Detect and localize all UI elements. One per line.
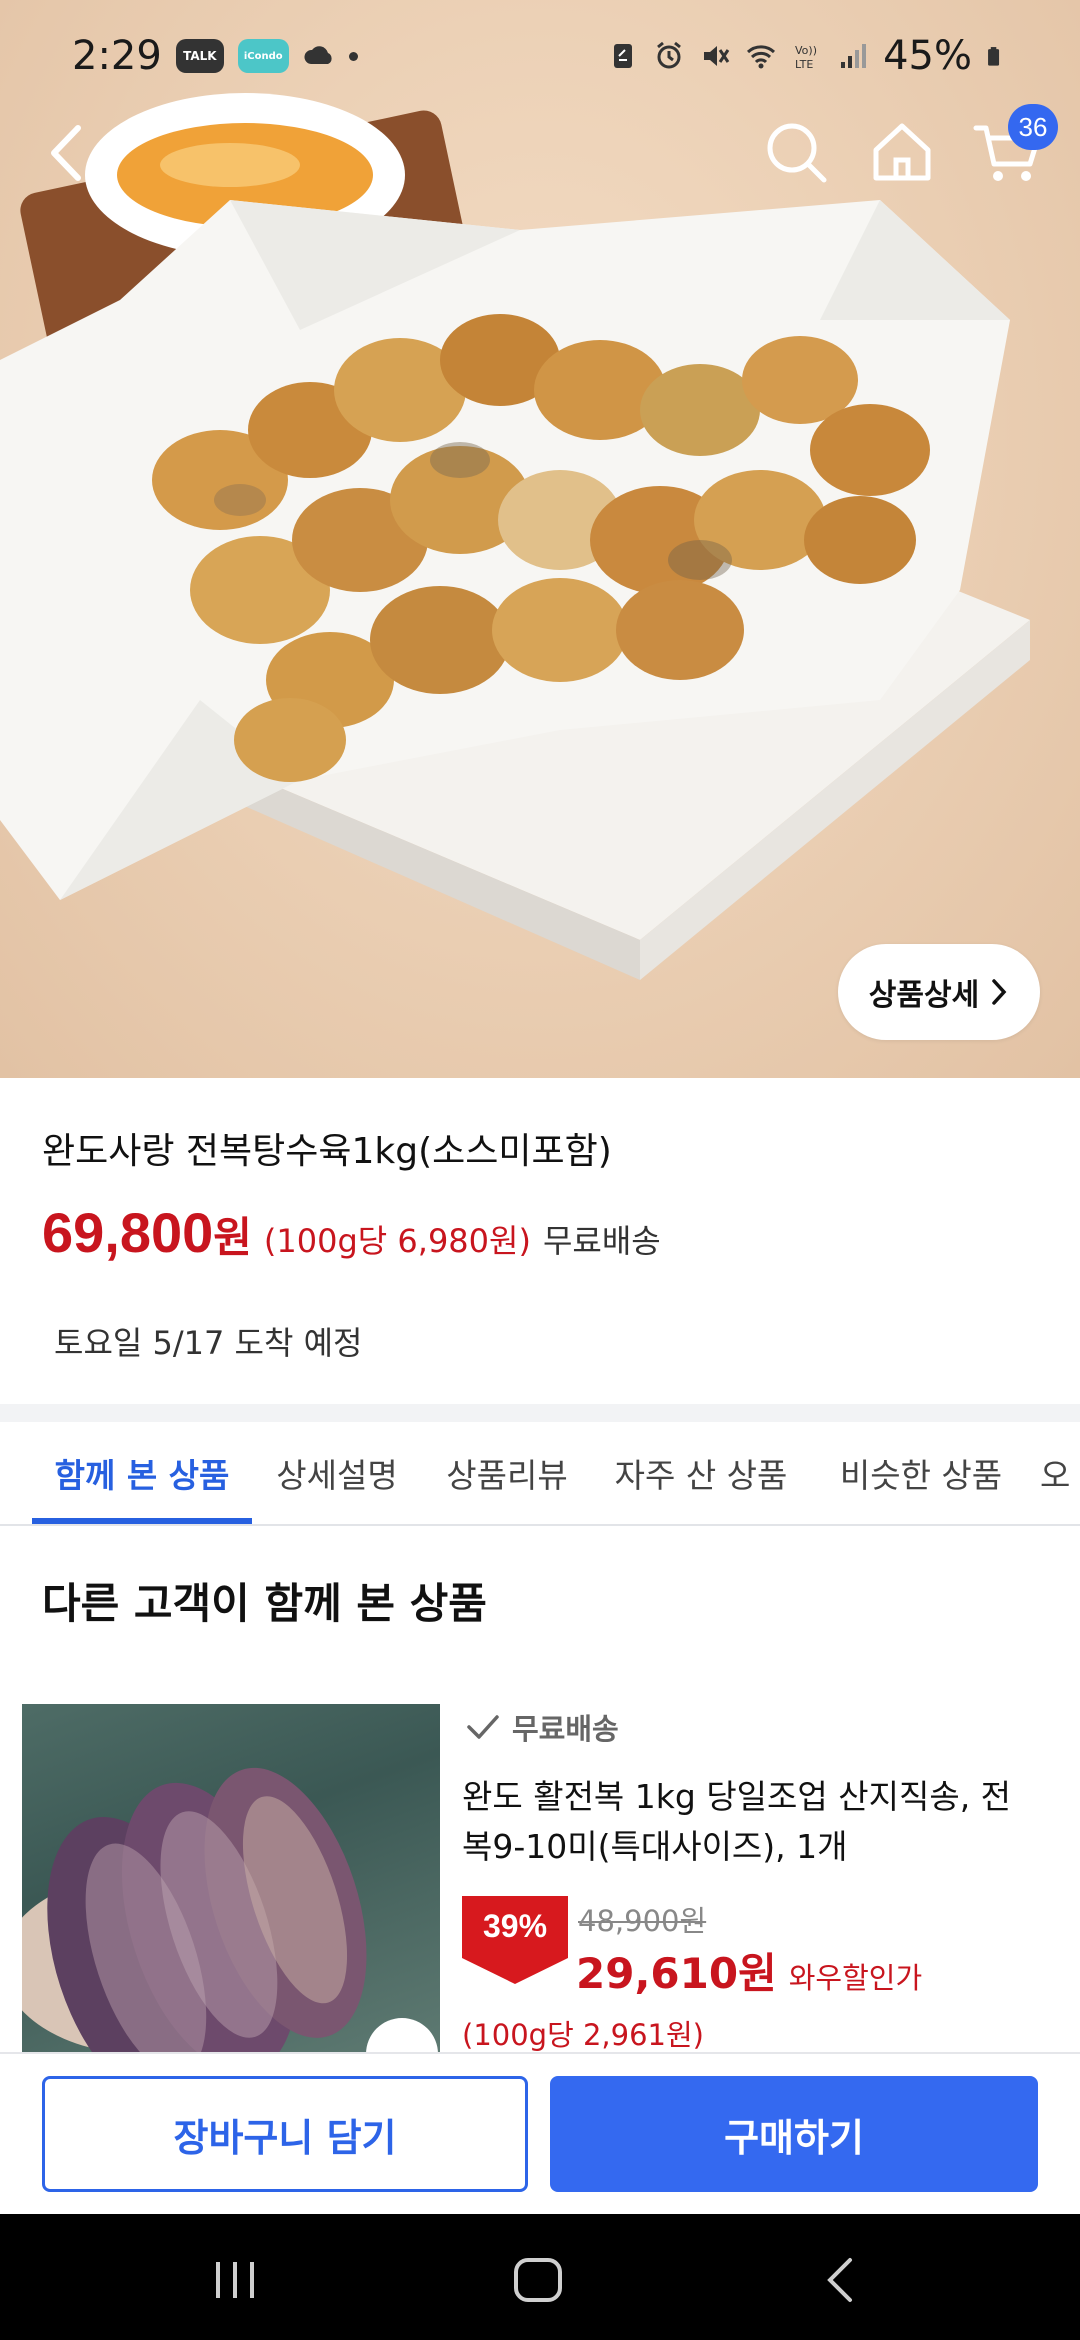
home-icon[interactable] <box>868 118 936 186</box>
status-right: Vo)) LTE 45% <box>607 33 1008 79</box>
mute-icon <box>704 46 730 66</box>
add-to-cart-button[interactable]: 장바구니 담기 <box>42 2076 528 2192</box>
discount-percent: 39% <box>482 1908 548 1944</box>
section-tabs: 함께 본 상품 상세설명 상품리뷰 자주 산 상품 비슷한 상품 오 <box>0 1422 1080 1526</box>
tab-reviews[interactable]: 상품리뷰 <box>432 1422 582 1524</box>
recommendation-unit-price: (100g당 2,961원) <box>462 2018 704 2052</box>
tab-description[interactable]: 상세설명 <box>262 1422 412 1524</box>
cloud-icon <box>304 46 332 64</box>
chevron-right-icon <box>992 979 1007 1005</box>
section-divider <box>0 1404 1080 1422</box>
tab-frequently-bought[interactable]: 자주 산 상품 <box>604 1422 798 1524</box>
app-notification-icon: iCondo <box>237 39 289 73</box>
battery-icon <box>988 47 1000 66</box>
status-time: 2:29 <box>72 33 162 79</box>
more-notifications-dot <box>348 51 358 61</box>
recommendation-title[interactable]: 완도 활전복 1kg 당일조업 산지직송, 전복9-10미(특대사이즈), 1개 <box>462 1772 1022 1872</box>
back-icon[interactable] <box>38 118 98 188</box>
price-currency: 원 <box>213 1213 252 1262</box>
signal-icon <box>841 44 867 68</box>
product-title: 완도사랑 전복탕수육1kg(소스미포함) <box>42 1131 612 1172</box>
wow-discount-label: 와우할인가 <box>788 1961 923 1995</box>
tab-more[interactable]: 오 <box>1040 1422 1080 1524</box>
recommendation-shipping-label: 무료배송 <box>512 1712 619 1746</box>
unit-price: (100g당 6,980원) <box>263 1222 531 1260</box>
recommendation-image[interactable] <box>22 1704 440 2054</box>
status-left: 2:29 TALK iCondo <box>72 33 358 79</box>
talk-notification-icon: TALK <box>175 39 224 73</box>
battery-level: 45% <box>883 33 972 79</box>
price-row: 69,800원 (100g당 6,980원) 무료배송 <box>42 1200 661 1265</box>
tab-viewed-together[interactable]: 함께 본 상품 <box>32 1422 252 1524</box>
arrival-estimate: 토요일 5/17 도착 예정 <box>54 1324 363 1362</box>
original-price: 48,900원 <box>578 1904 707 1938</box>
product-detail-label: 상품상세 <box>868 978 980 1013</box>
cart-count-badge: 36 <box>1008 104 1058 150</box>
abalone-photo-illustration <box>22 1767 438 2054</box>
wifi-icon <box>747 45 776 69</box>
free-shipping-label: 무료배송 <box>542 1222 661 1260</box>
status-bar: 2:29 TALK iCondo Vo)) LTE 45% <box>0 0 1080 112</box>
svg-text:Vo)): Vo)) <box>795 44 817 57</box>
product-price: 69,800원 <box>42 1200 252 1265</box>
alarm-icon <box>657 41 682 69</box>
system-back-icon[interactable] <box>820 2254 860 2306</box>
recommendation-price-row: 29,610원 와우할인가 <box>576 1940 922 2001</box>
volte-icon: Vo))LTE <box>795 44 817 71</box>
product-detail-button[interactable]: 상품상세 <box>838 944 1040 1040</box>
recent-apps-icon[interactable] <box>210 2258 260 2302</box>
section-title: 다른 고객이 함께 본 상품 <box>42 1579 487 1628</box>
clipboard-icon <box>614 44 633 68</box>
tab-similar-products[interactable]: 비슷한 상품 <box>826 1422 1016 1524</box>
system-home-icon[interactable] <box>510 2254 566 2306</box>
buy-now-button[interactable]: 구매하기 <box>550 2076 1038 2192</box>
recommendation-shipping: 무료배송 <box>466 1706 619 1748</box>
check-icon <box>467 1715 499 1739</box>
search-icon[interactable] <box>762 118 830 186</box>
price-amount: 69,800 <box>42 1201 214 1264</box>
svg-text:LTE: LTE <box>795 58 813 71</box>
active-tab-indicator <box>32 1518 252 1524</box>
recommendation-price: 29,610원 <box>576 1949 777 1998</box>
